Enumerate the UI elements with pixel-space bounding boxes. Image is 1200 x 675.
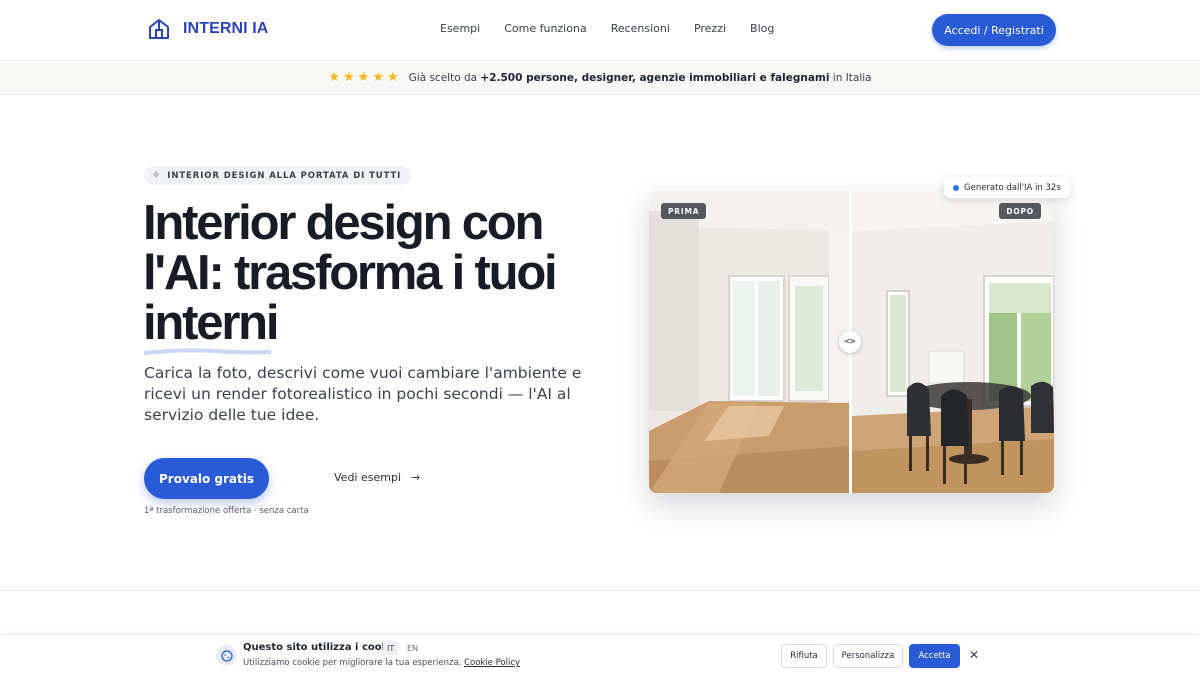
lang-it[interactable]: IT xyxy=(383,641,399,655)
star-icon: ★ xyxy=(343,70,355,85)
star-icon: ★ xyxy=(328,70,341,85)
trust-text: Già scelto da +2.500 persone, designer, … xyxy=(409,72,872,84)
status-dot-icon xyxy=(953,184,959,191)
hero-pill: ✧ INTERIOR DESIGN ALLA PORTATA DI TUTTI xyxy=(144,166,412,185)
see-examples-link[interactable]: Vedi esempi → xyxy=(334,471,420,484)
cookie-policy-link[interactable]: Cookie Policy xyxy=(464,658,520,668)
cookie-description: Utilizziamo cookie per migliorare la tua… xyxy=(243,658,520,668)
close-icon[interactable]: ✕ xyxy=(969,648,979,662)
star-icon: ★ xyxy=(357,70,370,85)
trust-text-bold: +2.500 persone, designer, agenzie immobi… xyxy=(480,71,830,84)
cookie-description-text: Utilizziamo cookie per migliorare la tua… xyxy=(243,658,465,668)
trust-bar: ★ ★ ★ ★ ★ Già scelto da +2.500 persone, … xyxy=(0,60,1200,95)
cookie-glyph xyxy=(220,649,233,662)
title-underline-decoration xyxy=(144,348,271,355)
generated-badge-text: Generato dall'IA in 32s xyxy=(964,182,1061,193)
compare-slider-handle[interactable]: <> xyxy=(839,331,861,353)
logo[interactable]: INTERNI IA xyxy=(147,17,268,41)
rating-stars: ★ ★ ★ ★ ★ xyxy=(328,71,398,84)
star-icon: ★ xyxy=(386,70,399,85)
cookie-banner: Questo sito utilizza i cookie IT EN Util… xyxy=(0,634,1200,675)
hero-note: 1ª trasformazione offerta · senza carta xyxy=(144,506,309,516)
lang-en[interactable]: EN xyxy=(403,641,422,655)
nav-item-esempi[interactable]: Esempi xyxy=(440,22,480,35)
nav-item-recensioni[interactable]: Recensioni xyxy=(611,22,670,35)
accept-cookies-button[interactable]: Accetta xyxy=(909,644,960,668)
trust-text-suffix: in Italia xyxy=(829,71,872,84)
cookie-icon xyxy=(216,645,237,666)
section-divider xyxy=(0,590,1200,591)
reject-cookies-button[interactable]: Rifiuta xyxy=(781,644,827,668)
hero-subtitle: Carica la foto, descrivi come vuoi cambi… xyxy=(144,364,582,424)
nav-item-come-funziona[interactable]: Come funziona xyxy=(504,22,586,35)
house-icon xyxy=(149,19,169,39)
hero-title-highlight: interni xyxy=(143,296,280,350)
see-examples-label: Vedi esempi xyxy=(334,471,401,484)
customize-cookies-button[interactable]: Personalizza xyxy=(833,644,903,668)
try-free-button[interactable]: Provalo gratis xyxy=(144,458,269,499)
generated-badge: Generato dall'IA in 32s xyxy=(944,177,1071,198)
nav-item-blog[interactable]: Blog xyxy=(750,22,774,35)
star-icon: ★ xyxy=(372,70,384,85)
hero-title: Interior design con l'AI: trasforma i tu… xyxy=(143,198,563,348)
nav-item-prezzi[interactable]: Prezzi xyxy=(694,22,726,35)
arrow-right-icon: → xyxy=(411,471,421,484)
before-after-compare[interactable]: PRIMA DOPO <> xyxy=(649,191,1054,493)
trust-text-prefix: Già scelto da xyxy=(408,71,481,84)
after-tag: DOPO xyxy=(999,203,1041,219)
before-tag: PRIMA xyxy=(661,203,707,219)
logo-text: INTERNI IA xyxy=(183,20,269,37)
cookie-title: Questo sito utilizza i cookie xyxy=(243,642,399,653)
login-button[interactable]: Accedi / Registrati xyxy=(932,14,1056,46)
sparkle-icon: ✧ xyxy=(152,170,162,181)
hero-title-main: Interior design con l'AI: trasforma i tu… xyxy=(143,196,558,300)
top-navbar: INTERNI IA Esempi Come funziona Recensio… xyxy=(0,0,1200,60)
hero-pill-text: INTERIOR DESIGN ALLA PORTATA DI TUTTI xyxy=(167,170,402,181)
main-menu: Esempi Come funziona Recensioni Prezzi B… xyxy=(440,22,774,35)
